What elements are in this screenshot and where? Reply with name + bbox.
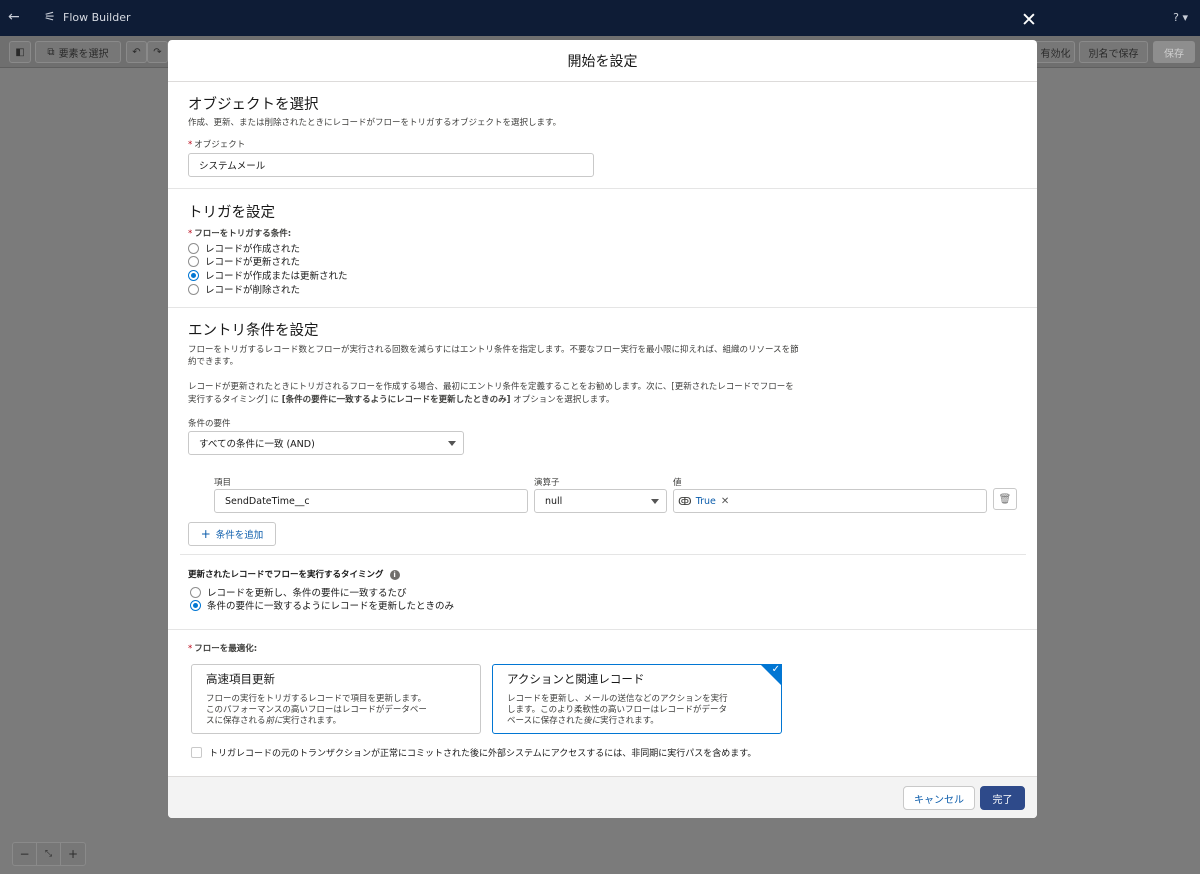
condition-value-input[interactable]: ↂ True ✕ bbox=[673, 489, 987, 513]
boolean-icon: ↂ bbox=[678, 494, 692, 508]
timing-option-every-update[interactable]: レコードを更新し、条件の要件に一致するたび bbox=[190, 585, 407, 599]
zoom-out-icon[interactable]: − bbox=[13, 843, 37, 865]
plus-icon: + bbox=[200, 527, 211, 541]
value-pill: ↂ True ✕ bbox=[678, 494, 730, 508]
optimize-label: * フローを最適化: bbox=[188, 644, 258, 654]
condition-operator-select[interactable]: null bbox=[534, 489, 667, 513]
radio-button[interactable] bbox=[190, 586, 201, 598]
undo-icon: ↶ bbox=[132, 46, 141, 58]
entry-help-2a: レコードが更新されたときにトリガされるフローを作成する場合、最初にエントリ条件を… bbox=[188, 382, 794, 392]
radio-button[interactable] bbox=[188, 255, 199, 267]
trigger-option-created[interactable]: レコードが作成された bbox=[188, 241, 300, 255]
entry-help-1b: 約できます。 bbox=[188, 357, 239, 367]
requirement-select[interactable]: すべての条件に一致 (AND) bbox=[188, 431, 464, 455]
info-icon[interactable]: i bbox=[389, 569, 400, 580]
close-modal-icon[interactable]: ✕ bbox=[1021, 11, 1037, 30]
timing-option-only-when-met[interactable]: 条件の要件に一致するようにレコードを更新したときのみ bbox=[190, 598, 454, 612]
remove-pill-icon[interactable]: ✕ bbox=[721, 496, 729, 507]
section-divider bbox=[180, 554, 1026, 555]
column-header-field: 項目 bbox=[214, 478, 232, 488]
card-title: 高速項目更新 bbox=[206, 672, 275, 686]
radio-button-checked[interactable] bbox=[190, 599, 201, 611]
trigger-section-heading: トリガを設定 bbox=[188, 205, 275, 221]
object-input[interactable]: システムメール bbox=[188, 153, 594, 177]
undo-button[interactable]: ↶ bbox=[126, 41, 147, 63]
add-condition-button[interactable]: + 条件を追加 bbox=[188, 522, 276, 546]
redo-button[interactable]: ↷ bbox=[147, 41, 168, 63]
fast-field-updates-card[interactable]: 高速項目更新 フローの実行をトリガするレコードで項目を更新します。 このパフォー… bbox=[191, 664, 481, 734]
zoom-controls: − ⤡ + bbox=[12, 842, 86, 866]
zoom-in-icon[interactable]: + bbox=[61, 843, 85, 865]
fit-view-icon[interactable]: ⤡ bbox=[37, 843, 61, 865]
cancel-button[interactable]: キャンセル bbox=[903, 786, 975, 810]
section-divider bbox=[168, 188, 1037, 189]
entry-help-1a: フローをトリガするレコード数とフローが実行される回数を減らすにはエントリ条件を指… bbox=[188, 345, 799, 355]
object-section-heading: オブジェクトを選択 bbox=[188, 97, 319, 113]
object-section-help: 作成、更新、または削除されたときにレコードがフローをトリガするオブジェクトを選択… bbox=[188, 118, 562, 128]
trash-icon: 🗑 bbox=[998, 493, 1012, 505]
column-header-operator: 演算子 bbox=[534, 478, 560, 488]
trigger-option-created-or-updated[interactable]: レコードが作成または更新された bbox=[188, 268, 348, 282]
app-header: ← ⚟ Flow Builder ? ▾ bbox=[0, 0, 1200, 36]
card-title: アクションと関連レコード bbox=[507, 672, 645, 686]
toggle-panel-button[interactable]: ◧ bbox=[9, 41, 31, 63]
radio-button[interactable] bbox=[188, 283, 199, 295]
modal-footer: キャンセル 完了 bbox=[168, 776, 1037, 818]
trigger-option-deleted[interactable]: レコードが削除された bbox=[188, 282, 300, 296]
section-divider bbox=[168, 307, 1037, 308]
back-arrow-icon[interactable]: ← bbox=[8, 9, 20, 25]
card-description: レコードを更新し、メールの送信などのアクションを実行 します。このより柔軟性の高… bbox=[507, 694, 728, 726]
entry-help-2b: 実行するタイミング] に [条件の要件に一致するようにレコードを更新したときのみ… bbox=[188, 395, 615, 405]
trigger-option-updated[interactable]: レコードが更新された bbox=[188, 254, 300, 268]
radio-button-checked[interactable] bbox=[188, 269, 199, 281]
async-path-checkbox-row[interactable]: トリガレコードの元のトランザクションが正常にコミットされた後に外部システムにアク… bbox=[191, 746, 756, 759]
select-elements-button[interactable]: ⧉ 要素を選択 bbox=[35, 41, 121, 63]
save-as-button[interactable]: 別名で保存 bbox=[1079, 41, 1148, 63]
select-elements-icon: ⧉ bbox=[47, 46, 55, 58]
card-description: フローの実行をトリガするレコードで項目を更新します。 このパフォーマンスの高いフ… bbox=[206, 694, 427, 726]
requirement-label: 条件の要件 bbox=[188, 419, 231, 429]
help-menu[interactable]: ? ▾ bbox=[1173, 11, 1188, 24]
condition-field-input[interactable]: SendDateTime__c bbox=[214, 489, 528, 513]
flow-icon: ⚟ bbox=[44, 10, 56, 25]
object-field-label: * オブジェクト bbox=[188, 140, 246, 150]
column-header-value: 値 bbox=[673, 478, 682, 488]
timing-label: 更新されたレコードでフローを実行するタイミング i bbox=[188, 568, 400, 580]
save-button[interactable]: 保存 bbox=[1153, 41, 1195, 63]
chevron-down-icon bbox=[651, 499, 659, 504]
redo-icon: ↷ bbox=[153, 46, 162, 58]
radio-button[interactable] bbox=[188, 242, 199, 254]
panel-icon: ◧ bbox=[15, 46, 25, 58]
entry-section-heading: エントリ条件を設定 bbox=[188, 323, 319, 339]
checkmark-icon: ✓ bbox=[771, 664, 780, 675]
chevron-down-icon bbox=[448, 441, 456, 446]
actions-related-records-card[interactable]: ✓ アクションと関連レコード レコードを更新し、メールの送信などのアクションを実… bbox=[492, 664, 782, 734]
section-divider bbox=[168, 629, 1037, 630]
async-path-checkbox[interactable] bbox=[191, 747, 202, 758]
delete-condition-button[interactable]: 🗑 bbox=[993, 488, 1017, 510]
app-title: Flow Builder bbox=[63, 11, 131, 24]
modal-title: 開始を設定 bbox=[168, 40, 1037, 82]
done-button[interactable]: 完了 bbox=[980, 786, 1025, 810]
configure-start-modal: 開始を設定 オブジェクトを選択 作成、更新、または削除されたときにレコードがフロ… bbox=[168, 40, 1037, 818]
trigger-group-label: * フローをトリガする条件: bbox=[188, 229, 292, 239]
